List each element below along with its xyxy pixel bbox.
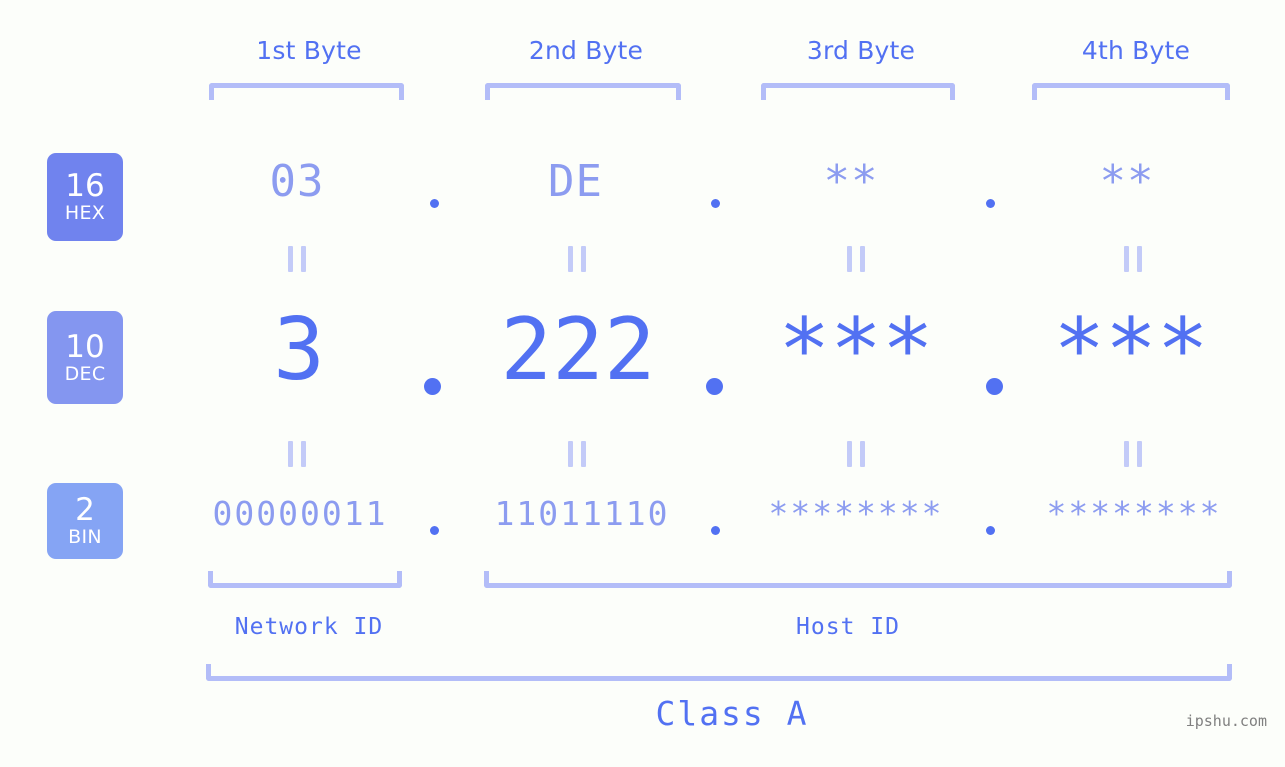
radix-badge-dec-abbr: DEC [64, 362, 106, 385]
byte-header-1: 1st Byte [256, 36, 362, 65]
hex-byte-1: 03 [269, 156, 325, 207]
byte-bracket-top-4 [1032, 83, 1230, 100]
class-bracket [206, 664, 1232, 681]
dec-byte-2: 222 [500, 300, 656, 400]
class-label: Class A [655, 694, 809, 733]
site-watermark: ipshu.com [1185, 712, 1267, 730]
bin-dot-separator-1 [430, 526, 439, 535]
bin-byte-1: 00000011 [212, 494, 388, 533]
hex-byte-2: DE [548, 156, 603, 207]
equals-marker-dec-bin-2 [568, 441, 586, 467]
equals-marker-dec-bin-4 [1124, 441, 1142, 467]
dec-byte-4: *** [1053, 300, 1209, 400]
dec-byte-1: 3 [273, 300, 325, 400]
equals-marker-dec-bin-3 [847, 441, 865, 467]
dec-dot-separator-1 [424, 378, 441, 395]
network-id-bracket [208, 571, 402, 588]
bin-dot-separator-2 [711, 526, 720, 535]
dec-byte-3: *** [778, 300, 934, 400]
bin-byte-3: ******** [768, 494, 944, 533]
radix-badge-bin: 2 BIN [47, 483, 123, 559]
equals-marker-dec-bin-1 [288, 441, 306, 467]
equals-marker-hex-dec-4 [1124, 246, 1142, 272]
hex-dot-separator-2 [711, 199, 720, 208]
ip-address-breakdown-diagram: 1st Byte 2nd Byte 3rd Byte 4th Byte 16 H… [0, 0, 1285, 767]
radix-badge-hex: 16 HEX [47, 153, 123, 241]
byte-header-4: 4th Byte [1081, 36, 1191, 65]
byte-bracket-top-3 [761, 83, 955, 100]
bin-byte-4: ******** [1046, 494, 1222, 533]
hex-byte-4: ** [1099, 156, 1155, 207]
byte-header-2: 2nd Byte [528, 36, 644, 65]
dec-dot-separator-2 [706, 378, 723, 395]
equals-marker-hex-dec-1 [288, 246, 306, 272]
equals-marker-hex-dec-2 [568, 246, 586, 272]
radix-badge-hex-abbr: HEX [64, 202, 106, 224]
byte-bracket-top-2 [485, 83, 681, 100]
bin-byte-2: 11011110 [494, 494, 670, 533]
host-id-label: Host ID [796, 614, 900, 640]
radix-badge-bin-number: 2 [75, 492, 95, 528]
network-id-label: Network ID [234, 614, 384, 640]
radix-badge-dec: 10 DEC [47, 311, 123, 404]
radix-badge-bin-abbr: BIN [68, 526, 102, 548]
byte-bracket-top-1 [209, 83, 404, 100]
hex-dot-separator-1 [430, 199, 439, 208]
radix-badge-dec-number: 10 [65, 328, 105, 365]
host-id-bracket [484, 571, 1232, 588]
hex-dot-separator-3 [986, 199, 995, 208]
equals-marker-hex-dec-3 [847, 246, 865, 272]
radix-badge-hex-number: 16 [65, 168, 105, 204]
bin-dot-separator-3 [986, 526, 995, 535]
hex-byte-3: ** [823, 156, 879, 207]
dec-dot-separator-3 [986, 378, 1003, 395]
byte-header-3: 3rd Byte [806, 36, 916, 65]
